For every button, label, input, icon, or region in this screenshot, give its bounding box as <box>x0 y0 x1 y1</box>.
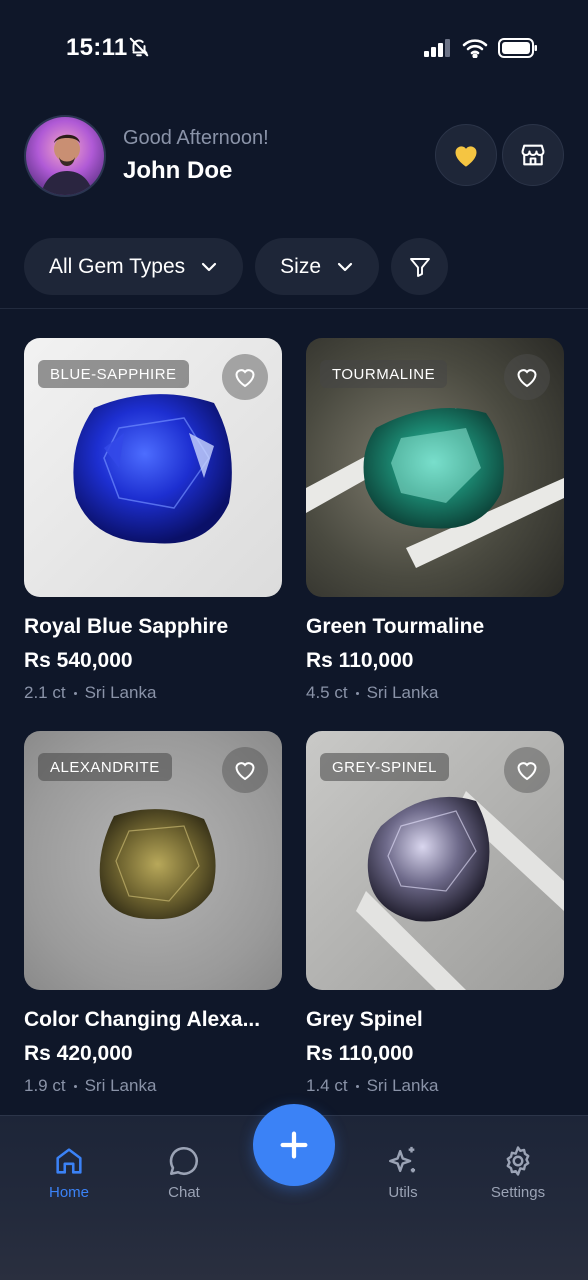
nav-home[interactable]: Home <box>24 1144 114 1201</box>
product-carat: 4.5 ct <box>306 683 348 702</box>
gem-type-tag: GREY-SPINEL <box>320 753 449 781</box>
chat-icon <box>169 1146 199 1176</box>
add-button[interactable] <box>253 1104 335 1186</box>
product-image: ALEXANDRITE <box>24 731 282 990</box>
separator-dot <box>73 1084 77 1088</box>
product-name: Royal Blue Sapphire <box>24 615 229 638</box>
favorites-button[interactable] <box>435 124 497 186</box>
product-meta: 1.4 ct Sri Lanka <box>306 1076 564 1096</box>
product-carat: 1.4 ct <box>306 1076 348 1095</box>
divider <box>0 308 588 309</box>
home-icon <box>56 1148 82 1174</box>
filter-button[interactable] <box>391 238 449 295</box>
gem-type-filter[interactable]: All Gem Types <box>24 238 244 295</box>
nav-utils-label: Utils <box>388 1184 418 1201</box>
product-image: BLUE-SAPPHIRE <box>24 338 282 597</box>
gem-type-tag: ALEXANDRITE <box>38 753 172 781</box>
chevron-down-icon <box>202 262 217 271</box>
product-image: GREY-SPINEL <box>306 731 564 990</box>
nav-chat-label: Chat <box>168 1184 200 1201</box>
plus-icon <box>280 1131 308 1159</box>
filter-bar: All Gem Types Size <box>24 238 449 295</box>
product-origin: Sri Lanka <box>84 1076 157 1095</box>
battery-icon <box>498 38 537 58</box>
product-meta: 2.1 ct Sri Lanka <box>24 683 282 703</box>
sparkles-icon <box>389 1146 416 1173</box>
product-carat: 2.1 ct <box>24 683 66 702</box>
heart-outline-icon <box>235 369 255 388</box>
heart-outline-icon <box>517 369 537 388</box>
favorite-button[interactable] <box>504 747 550 793</box>
status-bar: 15:11 <box>0 0 588 96</box>
avatar-image <box>40 134 94 195</box>
greeting-text: Good Afternoon! <box>123 127 269 149</box>
gem-type-tag: TOURMALINE <box>320 360 448 388</box>
product-origin: Sri Lanka <box>366 1076 439 1095</box>
nav-home-label: Home <box>48 1184 89 1201</box>
avatar[interactable] <box>24 115 106 197</box>
product-price: Rs 110,000 <box>306 649 414 672</box>
product-card[interactable]: GREY-SPINEL Grey Spinel Rs 110,000 1.4 c… <box>306 731 564 1096</box>
heart-outline-icon <box>517 762 537 781</box>
gem-type-filter-label: All Gem Types <box>49 254 186 278</box>
gear-icon <box>506 1146 530 1176</box>
product-origin: Sri Lanka <box>84 683 157 702</box>
user-name: John Doe <box>123 157 233 184</box>
status-indicators <box>424 38 538 58</box>
chevron-down-icon <box>337 262 353 271</box>
nav-settings-label: Settings <box>490 1184 546 1201</box>
separator-dot <box>355 1084 359 1088</box>
heart-outline-icon <box>235 762 255 781</box>
filter-funnel-icon <box>409 257 430 277</box>
status-time: 15:11 <box>66 34 128 61</box>
product-name: Green Tourmaline <box>306 615 485 638</box>
product-grid: BLUE-SAPPHIRE Royal Blue Sapphire Rs 540… <box>24 338 564 1096</box>
product-card[interactable]: TOURMALINE Green Tourmaline Rs 110,000 4… <box>306 338 564 703</box>
heart-filled-icon <box>455 146 477 167</box>
separator-dot <box>73 691 77 695</box>
favorite-button[interactable] <box>222 354 268 400</box>
product-card[interactable]: ALEXANDRITE Color Changing Alexa... Rs 4… <box>24 731 282 1096</box>
store-button[interactable] <box>502 124 564 186</box>
product-meta: 4.5 ct Sri Lanka <box>306 683 564 703</box>
nav-settings[interactable]: Settings <box>473 1144 563 1201</box>
product-price: Rs 540,000 <box>24 649 133 672</box>
wifi-icon <box>462 39 488 58</box>
product-origin: Sri Lanka <box>366 683 439 702</box>
size-filter-label: Size <box>280 254 322 278</box>
separator-dot <box>355 691 359 695</box>
product-carat: 1.9 ct <box>24 1076 66 1095</box>
signal-icon <box>424 39 450 57</box>
store-icon <box>521 144 545 166</box>
product-price: Rs 110,000 <box>306 1042 414 1065</box>
nav-chat[interactable]: Chat <box>139 1144 229 1201</box>
bell-muted-icon <box>129 37 149 57</box>
gem-type-tag: BLUE-SAPPHIRE <box>38 360 189 388</box>
product-name: Color Changing Alexa... <box>24 1008 261 1031</box>
product-image: TOURMALINE <box>306 338 564 597</box>
nav-utils[interactable]: Utils <box>358 1144 448 1201</box>
favorite-button[interactable] <box>222 747 268 793</box>
product-name: Grey Spinel <box>306 1008 423 1031</box>
favorite-button[interactable] <box>504 354 550 400</box>
product-meta: 1.9 ct Sri Lanka <box>24 1076 282 1096</box>
product-card[interactable]: BLUE-SAPPHIRE Royal Blue Sapphire Rs 540… <box>24 338 282 703</box>
header: Good Afternoon! John Doe <box>24 115 564 197</box>
product-price: Rs 420,000 <box>24 1042 133 1065</box>
size-filter[interactable]: Size <box>255 238 380 295</box>
